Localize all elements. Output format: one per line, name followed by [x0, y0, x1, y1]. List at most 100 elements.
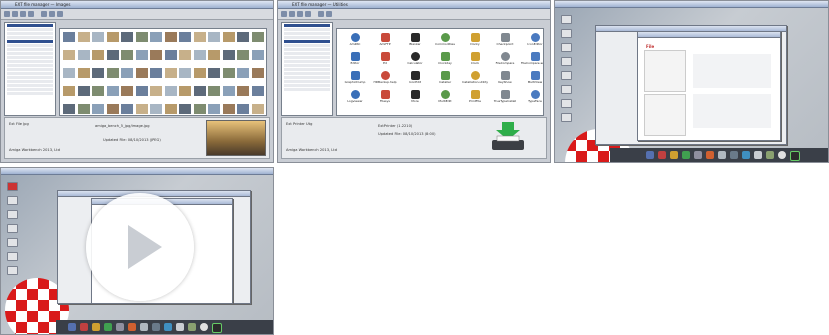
window-titlebar[interactable] [638, 32, 780, 38]
utility-icon[interactable]: Filesys [371, 90, 399, 103]
drive-icon[interactable] [7, 266, 18, 275]
sidebar-item[interactable] [7, 64, 53, 67]
drive-icon[interactable] [561, 113, 572, 122]
image-thumbnail[interactable] [179, 68, 191, 78]
image-thumbnail[interactable] [179, 32, 191, 42]
dock-app-icon[interactable] [718, 151, 726, 159]
dock-app-icon[interactable] [164, 323, 172, 331]
image-thumbnail[interactable] [179, 104, 191, 114]
drive-icon[interactable] [7, 252, 18, 261]
utility-icon[interactable]: FileCompare [491, 52, 519, 65]
image-thumbnail[interactable] [106, 86, 119, 96]
drive-icon[interactable] [561, 71, 572, 80]
image-thumbnail[interactable] [222, 50, 235, 60]
sidebar-item[interactable] [284, 24, 330, 27]
sidebar-item[interactable] [7, 56, 53, 59]
dock-app-icon[interactable] [116, 323, 124, 331]
dock-app-icon[interactable] [212, 323, 222, 333]
image-thumbnail[interactable] [237, 86, 249, 96]
dock-app-icon[interactable] [658, 151, 666, 159]
image-thumbnail[interactable] [121, 104, 133, 114]
thumbnail-utilities[interactable]: EXT file manager — Utilities WorkbenchUt… [277, 0, 551, 163]
drive-icon[interactable] [561, 57, 572, 66]
utility-icon[interactable]: TrueTypeInstall [491, 90, 519, 103]
toolbar-home-icon[interactable] [28, 11, 34, 17]
image-thumbnail[interactable] [237, 68, 249, 78]
image-thumbnail[interactable] [164, 86, 177, 96]
image-thumbnail[interactable] [251, 50, 264, 60]
utility-icon[interactable]: MultiEdit [431, 90, 459, 103]
utility-icon[interactable]: Commodities [431, 33, 459, 46]
image-thumbnail[interactable] [193, 50, 206, 60]
sidebar-item[interactable] [7, 80, 53, 83]
sidebar-item[interactable] [284, 76, 330, 79]
utility-icon[interactable]: Clock [461, 52, 489, 65]
dock-app-icon[interactable] [104, 323, 112, 331]
sidebar-item[interactable] [7, 48, 53, 51]
sidebar-tree[interactable] [281, 22, 333, 116]
utility-icon[interactable]: IconEdit [401, 71, 429, 84]
utility-icon[interactable]: PrintFile [461, 90, 489, 103]
utility-icon[interactable]: MultiView [521, 71, 543, 84]
dock-app-icon[interactable] [68, 323, 76, 331]
sidebar-item[interactable] [284, 68, 330, 71]
dock-app-icon[interactable] [766, 151, 774, 159]
image-thumbnail[interactable] [121, 50, 133, 60]
image-thumbnail[interactable] [208, 50, 220, 60]
toolbar-forward-icon[interactable] [289, 11, 295, 17]
dock-app-icon[interactable] [140, 323, 148, 331]
utility-icon[interactable]: IconEditor [521, 33, 543, 46]
dock-app-icon[interactable] [670, 151, 678, 159]
drive-icon[interactable] [7, 238, 18, 247]
sidebar-item[interactable] [284, 56, 330, 59]
play-button[interactable] [86, 193, 194, 301]
drive-icon[interactable] [7, 210, 18, 219]
sidebar-item[interactable] [7, 84, 53, 87]
toolbar-back-icon[interactable] [281, 11, 287, 17]
image-thumbnail[interactable] [222, 104, 235, 114]
sidebar-item[interactable] [7, 36, 53, 39]
utility-icon[interactable]: More [401, 90, 429, 103]
image-thumbnail[interactable] [106, 68, 119, 78]
image-thumbnail[interactable] [150, 50, 162, 60]
utility-icon[interactable]: Editor [341, 52, 369, 65]
image-thumbnail[interactable] [92, 32, 104, 42]
dock-app-icon[interactable] [754, 151, 762, 159]
image-thumbnail[interactable] [63, 50, 75, 60]
utility-icon[interactable]: GraphicDump [341, 71, 369, 84]
image-thumbnail[interactable] [208, 68, 220, 78]
toolbar-delete-icon[interactable] [57, 11, 63, 17]
dock-app-icon[interactable] [176, 323, 184, 331]
sidebar-item[interactable] [7, 72, 53, 75]
image-thumbnail[interactable] [237, 32, 249, 42]
image-thumbnail[interactable] [208, 32, 220, 42]
utility-icon[interactable]: AmiFTP [371, 33, 399, 46]
utility-icon[interactable]: KeyShow [491, 71, 519, 84]
dock-app-icon[interactable] [200, 323, 208, 331]
toolbar-parent-icon[interactable] [297, 11, 303, 17]
toolbar-home-icon[interactable] [305, 11, 311, 17]
sidebar-item[interactable] [7, 32, 53, 35]
dock-app-icon[interactable] [188, 323, 196, 331]
image-thumbnail[interactable] [135, 86, 148, 96]
image-thumbnail[interactable] [222, 68, 235, 78]
image-thumbnail[interactable] [135, 32, 148, 42]
sidebar-item[interactable] [7, 24, 53, 27]
image-thumbnail[interactable] [121, 68, 133, 78]
image-thumbnail[interactable] [135, 68, 148, 78]
image-thumbnail[interactable] [106, 50, 119, 60]
drive-icon[interactable] [7, 196, 18, 205]
toolbar-forward-icon[interactable] [12, 11, 18, 17]
image-thumbnail[interactable] [251, 32, 264, 42]
image-thumbnail[interactable] [164, 68, 177, 78]
image-thumbnail[interactable] [63, 32, 75, 42]
sidebar-item[interactable] [284, 40, 330, 43]
utility-icon[interactable]: Blanker [401, 33, 429, 46]
image-thumbnail[interactable] [135, 50, 148, 60]
utility-icon[interactable]: Installation.utility [461, 71, 489, 84]
dock-app-icon[interactable] [682, 151, 690, 159]
drive-icon[interactable] [7, 182, 18, 191]
window-titlebar[interactable]: EXT file manager — Utilities [278, 1, 550, 9]
image-thumbnail[interactable] [92, 86, 104, 96]
sidebar-item[interactable] [7, 40, 53, 43]
